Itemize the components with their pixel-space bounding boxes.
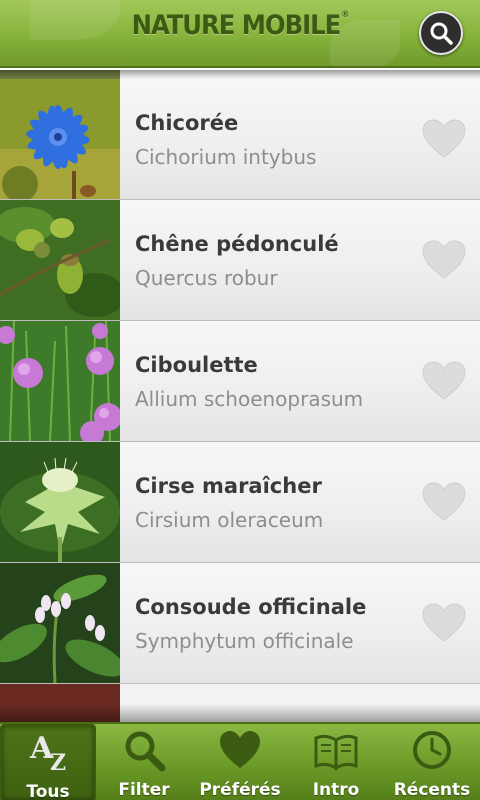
svg-text:Z: Z — [50, 750, 66, 776]
tab-tous[interactable]: A Z Tous — [0, 724, 96, 800]
species-thumbnail — [0, 79, 120, 199]
species-common-name: Chicorée — [135, 111, 239, 135]
tab-label: Récents — [393, 780, 471, 800]
logo-registered-mark: ® — [341, 10, 349, 20]
species-row-consoude-officinale[interactable]: Consoude officinale Symphytum officinale — [0, 563, 480, 684]
species-latin-name: Symphytum officinale — [135, 629, 354, 653]
tab-label: Tous — [26, 782, 70, 800]
species-common-name: Cirse maraîcher — [135, 474, 322, 498]
list-bottom-shadow — [0, 704, 480, 722]
list-top-shadow — [0, 70, 480, 78]
clock-icon — [413, 731, 451, 769]
species-row-cirse-maraicher[interactable]: Cirse maraîcher Cirsium oleraceum — [0, 442, 480, 563]
favorite-heart-icon[interactable] — [421, 119, 467, 159]
species-row-ciboulette[interactable]: Ciboulette Allium schoenoprasum — [0, 321, 480, 442]
tab-recents[interactable]: Récents — [384, 724, 480, 800]
bottom-tab-bar: A Z Tous Filter Préférés Intro Récents — [0, 722, 480, 800]
tab-label: Filter — [118, 780, 170, 800]
favorite-heart-icon[interactable] — [421, 603, 467, 643]
species-latin-name: Cichorium intybus — [135, 145, 317, 169]
species-latin-name: Cirsium oleraceum — [135, 508, 324, 532]
book-icon — [314, 734, 358, 771]
species-row-chicoree[interactable]: Chicorée Cichorium intybus — [0, 79, 480, 200]
species-latin-name: Allium schoenoprasum — [135, 387, 364, 411]
species-thumbnail — [0, 563, 120, 683]
search-button[interactable] — [419, 11, 463, 55]
tab-preferes[interactable]: Préférés — [192, 724, 288, 800]
favorite-heart-icon[interactable] — [421, 482, 467, 522]
tab-label: Intro — [312, 780, 360, 800]
species-list[interactable]: Chicorée Cichorium intybus Chêne pédoncu… — [0, 70, 480, 722]
heart-icon — [220, 731, 260, 768]
app-header: NATURE MOBILE® — [0, 0, 480, 68]
species-thumbnail — [0, 442, 120, 562]
favorite-heart-icon[interactable] — [421, 361, 467, 401]
magnifier-icon — [125, 731, 166, 772]
species-row-chene-pedoncule[interactable]: Chêne pédonculé Quercus robur — [0, 200, 480, 321]
tab-label: Préférés — [199, 780, 281, 800]
species-thumbnail — [0, 200, 120, 320]
az-icon: A Z — [29, 731, 66, 776]
species-thumbnail — [0, 321, 120, 441]
logo-text: NATURE MOBILE — [131, 10, 342, 41]
species-common-name: Chêne pédonculé — [135, 232, 339, 256]
search-icon — [430, 22, 453, 45]
favorite-heart-icon[interactable] — [421, 240, 467, 280]
species-latin-name: Quercus robur — [135, 266, 278, 290]
species-common-name: Ciboulette — [135, 353, 258, 377]
tab-filter[interactable]: Filter — [96, 724, 192, 800]
tab-intro[interactable]: Intro — [288, 724, 384, 800]
app-logo: NATURE MOBILE® — [0, 10, 480, 41]
species-common-name: Consoude officinale — [135, 595, 367, 619]
